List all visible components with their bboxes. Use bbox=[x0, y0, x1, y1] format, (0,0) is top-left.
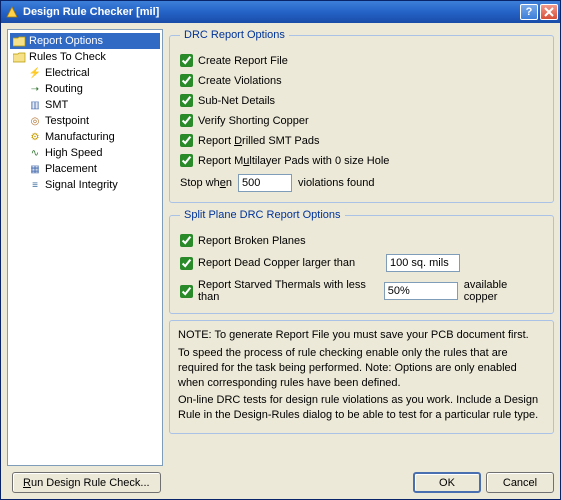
cancel-button[interactable]: Cancel bbox=[486, 472, 554, 493]
tree-label: High Speed bbox=[45, 147, 103, 159]
note-line3: On-line DRC tests for design rule violat… bbox=[178, 393, 545, 423]
stop-when-after: violations found bbox=[298, 177, 374, 189]
verify-shorting-option[interactable]: Verify Shorting Copper bbox=[180, 114, 309, 127]
multilayer-checkbox[interactable] bbox=[180, 154, 193, 167]
stop-when-row: Stop when violations found bbox=[180, 174, 543, 192]
dead-copper-label: Report Dead Copper larger than bbox=[198, 257, 355, 269]
drc-legend: DRC Report Options bbox=[180, 29, 289, 41]
create-violations-checkbox[interactable] bbox=[180, 74, 193, 87]
routing-icon: ➝ bbox=[28, 82, 42, 96]
verify-shorting-checkbox[interactable] bbox=[180, 114, 193, 127]
tree-signal-integrity[interactable]: ≡ Signal Integrity bbox=[10, 177, 160, 193]
subnet-label: Sub-Net Details bbox=[198, 95, 275, 107]
tree-label: Manufacturing bbox=[45, 131, 115, 143]
smt-icon: ▥ bbox=[28, 98, 42, 112]
drc-report-options-group: DRC Report Options Create Report File Cr… bbox=[169, 29, 554, 203]
tree-label: Routing bbox=[45, 83, 83, 95]
note-box: NOTE: To generate Report File you must s… bbox=[169, 320, 554, 434]
close-button[interactable] bbox=[540, 4, 558, 20]
tree-label: Testpoint bbox=[45, 115, 89, 127]
starved-after: available copper bbox=[464, 279, 543, 303]
electrical-icon: ⚡ bbox=[28, 66, 42, 80]
right-panel: DRC Report Options Create Report File Cr… bbox=[169, 29, 554, 466]
tree-manufacturing[interactable]: ⚙ Manufacturing bbox=[10, 129, 160, 145]
create-report-option[interactable]: Create Report File bbox=[180, 54, 288, 67]
tree-rules-to-check[interactable]: Rules To Check bbox=[10, 49, 160, 65]
tree-report-options[interactable]: Report Options bbox=[10, 33, 160, 49]
highspeed-icon: ∿ bbox=[28, 146, 42, 160]
testpoint-icon: ◎ bbox=[28, 114, 42, 128]
tree-label: Report Options bbox=[29, 35, 103, 47]
drilled-smt-option[interactable]: Report Drilled SMT Pads bbox=[180, 134, 319, 147]
tree-label: Electrical bbox=[45, 67, 90, 79]
dead-copper-option[interactable]: Report Dead Copper larger than bbox=[180, 257, 380, 270]
dialog-window: Design Rule Checker [mil] ? Report Optio… bbox=[0, 0, 561, 500]
create-report-checkbox[interactable] bbox=[180, 54, 193, 67]
broken-planes-option[interactable]: Report Broken Planes bbox=[180, 234, 306, 247]
tree-high-speed[interactable]: ∿ High Speed bbox=[10, 145, 160, 161]
subnet-checkbox[interactable] bbox=[180, 94, 193, 107]
folder-icon bbox=[12, 34, 26, 48]
ok-button[interactable]: OK bbox=[413, 472, 481, 493]
stop-when-input[interactable] bbox=[238, 174, 292, 192]
starved-option[interactable]: Report Starved Thermals with less than bbox=[180, 279, 378, 303]
note-line1: NOTE: To generate Report File you must s… bbox=[178, 328, 545, 343]
tree-label: SMT bbox=[45, 99, 68, 111]
tree-testpoint[interactable]: ◎ Testpoint bbox=[10, 113, 160, 129]
stop-when-label: Stop when bbox=[180, 177, 232, 189]
client-area: Report Options Rules To Check ⚡ Electric… bbox=[1, 23, 560, 499]
tree-smt[interactable]: ▥ SMT bbox=[10, 97, 160, 113]
split-legend: Split Plane DRC Report Options bbox=[180, 209, 345, 221]
manufacturing-icon: ⚙ bbox=[28, 130, 42, 144]
create-violations-label: Create Violations bbox=[198, 75, 282, 87]
starved-input[interactable] bbox=[384, 282, 458, 300]
tree-label: Placement bbox=[45, 163, 97, 175]
broken-planes-label: Report Broken Planes bbox=[198, 235, 306, 247]
starved-checkbox[interactable] bbox=[180, 285, 193, 298]
multilayer-option[interactable]: Report Multilayer Pads with 0 size Hole bbox=[180, 154, 389, 167]
subnet-details-option[interactable]: Sub-Net Details bbox=[180, 94, 275, 107]
create-violations-option[interactable]: Create Violations bbox=[180, 74, 282, 87]
split-plane-group: Split Plane DRC Report Options Report Br… bbox=[169, 209, 554, 314]
tree-label: Signal Integrity bbox=[45, 179, 118, 191]
window-title: Design Rule Checker [mil] bbox=[23, 6, 518, 18]
folder-icon bbox=[12, 50, 26, 64]
signal-icon: ≡ bbox=[28, 178, 42, 192]
create-report-label: Create Report File bbox=[198, 55, 288, 67]
drilled-smt-checkbox[interactable] bbox=[180, 134, 193, 147]
help-button[interactable]: ? bbox=[520, 4, 538, 20]
starved-label: Report Starved Thermals with less than bbox=[198, 279, 378, 303]
tree-panel[interactable]: Report Options Rules To Check ⚡ Electric… bbox=[7, 29, 163, 466]
main-area: Report Options Rules To Check ⚡ Electric… bbox=[7, 29, 554, 466]
tree-electrical[interactable]: ⚡ Electrical bbox=[10, 65, 160, 81]
dead-copper-checkbox[interactable] bbox=[180, 257, 193, 270]
app-icon bbox=[5, 5, 19, 19]
titlebar: Design Rule Checker [mil] ? bbox=[1, 1, 560, 23]
tree-placement[interactable]: ▦ Placement bbox=[10, 161, 160, 177]
tree-label: Rules To Check bbox=[29, 51, 106, 63]
broken-planes-checkbox[interactable] bbox=[180, 234, 193, 247]
tree-routing[interactable]: ➝ Routing bbox=[10, 81, 160, 97]
verify-shorting-label: Verify Shorting Copper bbox=[198, 115, 309, 127]
dead-copper-input[interactable] bbox=[386, 254, 460, 272]
placement-icon: ▦ bbox=[28, 162, 42, 176]
note-line2: To speed the process of rule checking en… bbox=[178, 346, 545, 391]
bottom-bar: Run Design Rule Check... OK Cancel bbox=[7, 466, 554, 493]
run-drc-button[interactable]: Run Design Rule Check... bbox=[12, 472, 161, 493]
